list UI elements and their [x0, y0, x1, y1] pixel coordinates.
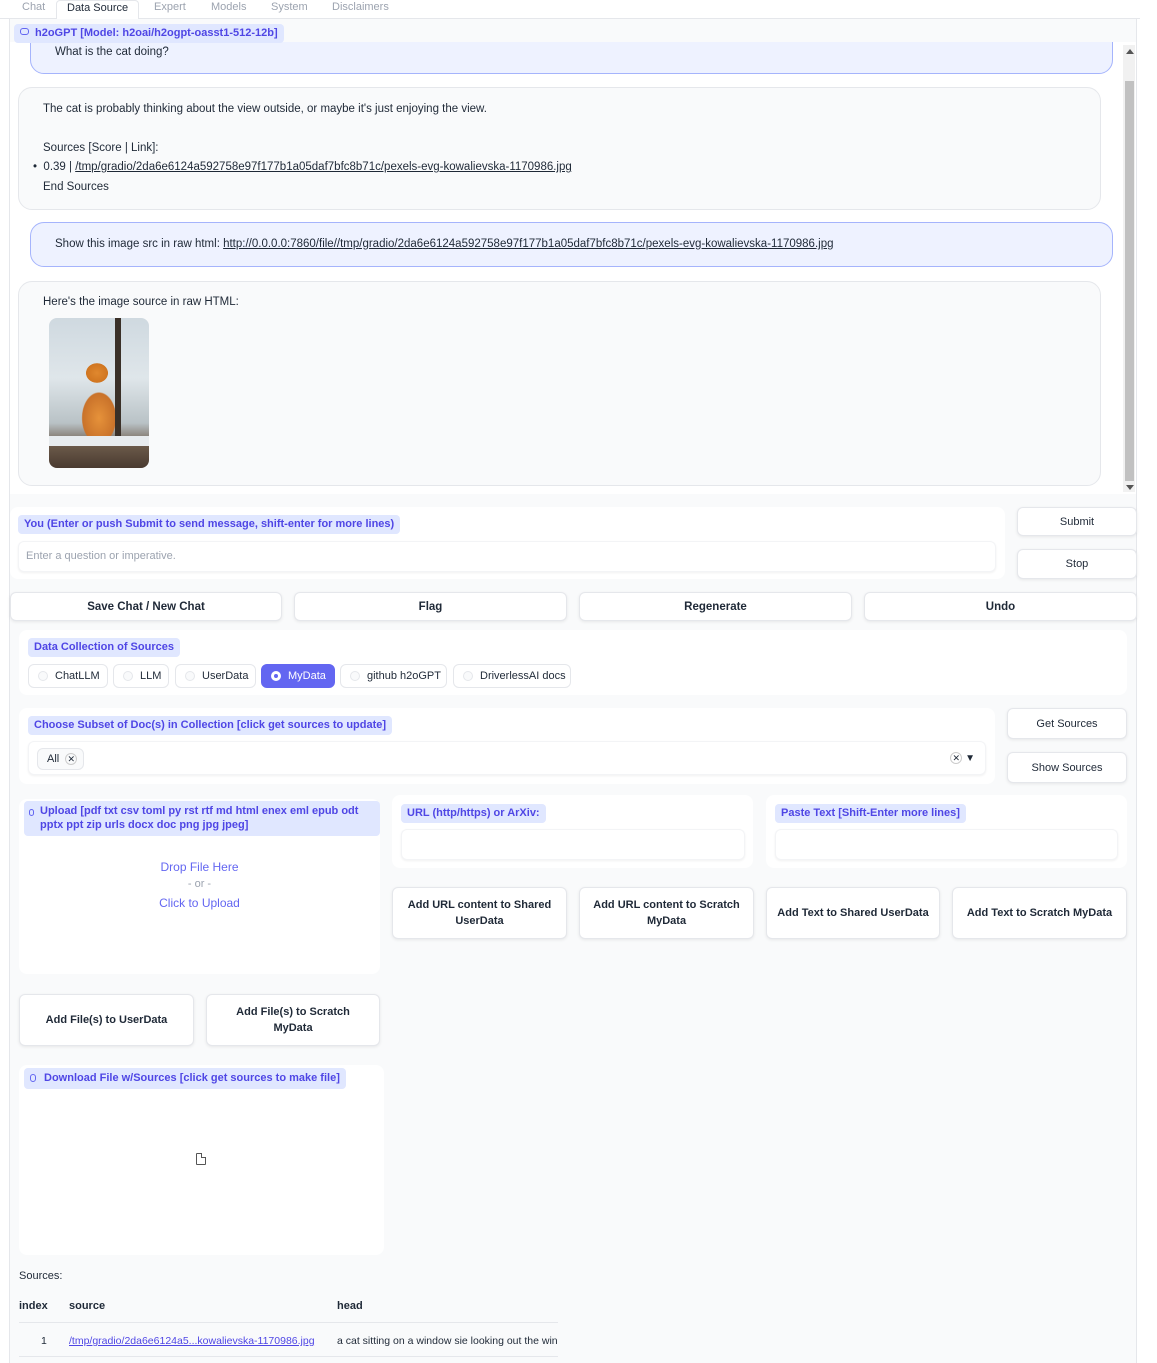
add-url-shared-button[interactable]: Add URL content to Shared UserData	[392, 887, 567, 939]
tab-bar: Chat Data Source Expert Models System Di…	[0, 0, 1140, 20]
file-icon	[30, 1074, 36, 1082]
file-icon	[196, 1153, 206, 1165]
sources-table: index source head 1 /tmp/gradio/2da6e612…	[19, 1292, 558, 1357]
input-label: You (Enter or push Submit to send messag…	[18, 515, 401, 534]
or-text: - or -	[187, 878, 212, 890]
tab-system[interactable]: System	[261, 0, 318, 19]
cell-head: a cat sitting on a window sie looking ou…	[337, 1335, 558, 1347]
column-header-head: head	[337, 1300, 363, 1312]
chat-scrollbar-thumb[interactable]	[1125, 81, 1134, 481]
flag-button[interactable]: Flag	[294, 592, 567, 621]
clear-icon[interactable]: ✕	[950, 752, 963, 764]
url-input[interactable]	[401, 829, 745, 860]
tab-data-source[interactable]: Data Source	[56, 0, 140, 20]
cell-index: 1	[41, 1335, 47, 1347]
stop-button[interactable]: Stop	[1017, 549, 1137, 579]
remove-token-icon[interactable]: ✕	[65, 753, 78, 765]
chevron-down-icon[interactable]: ▼	[965, 753, 975, 764]
question-input[interactable]: Enter a question or imperative.	[18, 541, 996, 572]
scroll-down-icon[interactable]	[1126, 485, 1134, 490]
model-label: h2oGPT [Model: h2oai/h2ogpt-oasst1-512-1…	[14, 24, 284, 43]
prompt-link[interactable]: http://0.0.0.0:7860/file//tmp/gradio/2da…	[223, 238, 833, 250]
dropdown-controls[interactable]: ✕ ▼	[944, 752, 975, 764]
radio-driverlessai-docs[interactable]: DriverlessAI docs	[453, 664, 571, 688]
paste-input[interactable]	[775, 829, 1118, 860]
user-message: What is the cat doing?	[30, 42, 1113, 74]
add-text-scratch-button[interactable]: Add Text to Scratch MyData	[952, 887, 1127, 939]
cat-image	[49, 318, 149, 468]
radio-userdata[interactable]: UserData	[175, 664, 256, 688]
bot-message-text: The cat is probably thinking about the v…	[43, 103, 487, 115]
submit-button[interactable]: Submit	[1017, 507, 1137, 536]
table-header: index source head	[19, 1292, 558, 1323]
file-icon	[29, 809, 34, 816]
source-score: 0.39 |	[43, 161, 76, 173]
add-url-scratch-button[interactable]: Add URL content to Scratch MyData	[579, 887, 754, 939]
table-row: 1 /tmp/gradio/2da6e6124a5...kowalievska-…	[19, 1323, 558, 1357]
radio-llm[interactable]: LLM	[113, 664, 169, 688]
subset-label: Choose Subset of Doc(s) in Collection [c…	[28, 716, 393, 735]
bot-message: The cat is probably thinking about the v…	[18, 87, 1101, 210]
subset-dropdown[interactable]: All ✕ ✕ ▼	[28, 741, 986, 775]
add-files-mydata-button[interactable]: Add File(s) to Scratch MyData	[206, 994, 380, 1046]
get-sources-button[interactable]: Get Sources	[1007, 708, 1127, 739]
undo-button[interactable]: Undo	[864, 592, 1137, 621]
source-link[interactable]: /tmp/gradio/2da6e6124a592758e97f177b1a05…	[75, 161, 572, 173]
download-label: Download File w/Sources [click get sourc…	[24, 1068, 346, 1089]
click-upload-text[interactable]: Click to Upload	[19, 896, 380, 910]
token-all[interactable]: All ✕	[37, 748, 85, 770]
save-chat-button[interactable]: Save Chat / New Chat	[10, 592, 282, 621]
bullet-icon: •	[33, 161, 44, 173]
add-text-shared-button[interactable]: Add Text to Shared UserData	[766, 887, 940, 939]
column-header-index: index	[19, 1300, 48, 1312]
tab-chat[interactable]: Chat	[12, 0, 55, 19]
bot-message: Here's the image source in raw HTML:	[18, 281, 1101, 486]
user-message: Show this image src in raw html: http://…	[30, 222, 1113, 267]
chat-icon	[20, 28, 29, 35]
prompt-prefix: Show this image src in raw html:	[55, 238, 224, 250]
chatbot: What is the cat doing? The cat is probab…	[10, 42, 1136, 494]
collection-label: Data Collection of Sources	[28, 638, 180, 657]
column-header-source: source	[69, 1300, 106, 1312]
end-sources: End Sources	[43, 181, 109, 193]
add-files-userdata-button[interactable]: Add File(s) to UserData	[19, 994, 194, 1046]
upload-label: Upload [pdf txt csv toml py rst rtf md h…	[24, 801, 380, 836]
tab-models[interactable]: Models	[201, 0, 256, 19]
paste-label: Paste Text [Shift-Enter more lines]	[775, 804, 966, 823]
tab-disclaimers[interactable]: Disclaimers	[322, 0, 399, 19]
show-sources-button[interactable]: Show Sources	[1007, 752, 1127, 783]
user-message-text: Show this image src in raw html: http://…	[55, 238, 833, 250]
source-item: • 0.39 | /tmp/gradio/2da6e6124a592758e97…	[33, 161, 572, 173]
drop-file-text: Drop File Here	[160, 860, 239, 874]
user-message-text: What is the cat doing?	[55, 46, 169, 58]
sources-header: Sources [Score | Link]:	[43, 142, 159, 154]
url-label: URL (http/https) or ArXiv:	[401, 804, 546, 823]
scroll-up-icon[interactable]	[1126, 49, 1134, 54]
bot-message-text: Here's the image source in raw HTML:	[43, 296, 239, 308]
cell-source-link[interactable]: /tmp/gradio/2da6e6124a5...kowalievska-11…	[69, 1335, 315, 1347]
radio-github-h2ogpt[interactable]: github h2oGPT	[340, 664, 447, 688]
regenerate-button[interactable]: Regenerate	[579, 592, 852, 621]
tab-expert[interactable]: Expert	[144, 0, 196, 19]
radio-mydata[interactable]: MyData	[261, 664, 335, 688]
radio-chatllm[interactable]: ChatLLM	[28, 664, 108, 688]
sources-title: Sources:	[19, 1270, 63, 1282]
